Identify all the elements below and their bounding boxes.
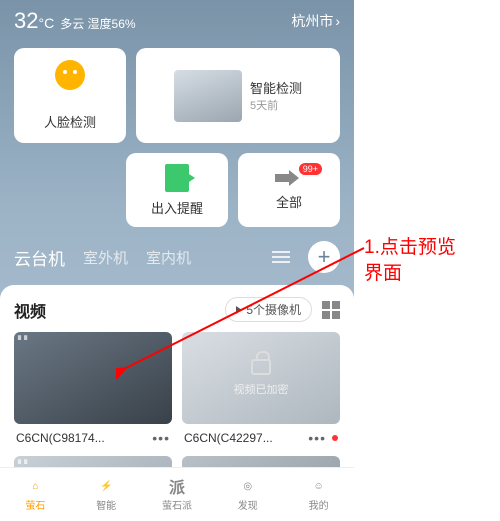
- nav-label: 萤石派: [162, 497, 192, 512]
- weather-block[interactable]: 32°C 多云 湿度56%: [14, 8, 136, 34]
- camera-preview[interactable]: ▘▘: [14, 332, 172, 424]
- feature-row-1: 人脸检测 智能检测 5天前: [0, 38, 354, 143]
- nav-mine[interactable]: ☺ 我的: [283, 468, 354, 521]
- profile-icon: ☺: [309, 477, 329, 495]
- video-title: 视频: [14, 298, 46, 322]
- app-screen: 32°C 多云 湿度56% 杭州市 › 人脸检测 智能检测 5天前 出入提醒 9…: [0, 0, 354, 521]
- detect-title: 智能检测: [250, 78, 302, 97]
- temperature: 32°C: [14, 8, 54, 34]
- tab-ptz[interactable]: 云台机: [14, 245, 65, 270]
- nav-label: 智能: [96, 497, 116, 512]
- annotation-line1: 1.点击预览: [364, 235, 456, 261]
- city-name: 杭州市: [291, 11, 333, 31]
- lock-icon: [251, 359, 271, 375]
- city-selector[interactable]: 杭州市 ›: [291, 11, 340, 31]
- grid-view-icon[interactable]: [322, 301, 340, 319]
- smart-detection-card[interactable]: 智能检测 5天前: [136, 48, 340, 143]
- more-icon[interactable]: •••: [308, 430, 326, 446]
- tab-outdoor[interactable]: 室外机: [83, 247, 128, 268]
- nav-home[interactable]: ⌂ 萤石: [0, 468, 71, 521]
- door-icon: [165, 164, 189, 192]
- home-icon: ⌂: [25, 477, 45, 495]
- add-button[interactable]: +: [308, 241, 340, 273]
- face-icon: [55, 60, 85, 90]
- camera-count-pill[interactable]: 5个摄像机: [225, 297, 312, 322]
- video-header: 视频 5个摄像机: [14, 297, 340, 322]
- entry-alert-card[interactable]: 出入提醒: [126, 153, 228, 227]
- nav-label: 我的: [309, 497, 329, 512]
- camera-preview-locked[interactable]: 视频已加密: [182, 332, 340, 424]
- all-label: 全部: [276, 192, 302, 211]
- feature-row-2: 出入提醒 99+ 全部: [0, 143, 354, 227]
- more-icon[interactable]: •••: [152, 430, 170, 446]
- play-icon: [236, 306, 242, 314]
- camera-count: 5个摄像机: [246, 301, 301, 318]
- camera-item[interactable]: ▘▘ C6CN(C98174... •••: [14, 332, 172, 446]
- nav-label: 发现: [238, 497, 258, 512]
- nav-discover[interactable]: ◎ 发现: [212, 468, 283, 521]
- chevron-right-icon: ›: [335, 13, 340, 29]
- detect-time: 5天前: [250, 97, 302, 113]
- pai-icon: 派: [167, 477, 187, 495]
- nav-smart[interactable]: ⚡ 智能: [71, 468, 142, 521]
- discover-icon: ◎: [238, 477, 258, 495]
- detection-thumbnail: [174, 70, 242, 122]
- nav-label: 萤石: [25, 497, 45, 512]
- ptz-tab-bar: 云台机 室外机 室内机 +: [0, 227, 354, 281]
- tab-indoor[interactable]: 室内机: [146, 247, 191, 268]
- smart-icon: ⚡: [96, 477, 116, 495]
- camera-item[interactable]: 视频已加密 C6CN(C42297... •••: [182, 332, 340, 446]
- weather-desc: 多云 湿度56%: [60, 15, 135, 32]
- annotation-line2: 界面: [364, 261, 456, 287]
- entry-label: 出入提醒: [151, 198, 203, 217]
- camera-name: C6CN(C98174...: [16, 431, 105, 445]
- camera-name: C6CN(C42297...: [184, 431, 273, 445]
- annotation-text: 1.点击预览 界面: [364, 235, 456, 286]
- nav-pai[interactable]: 派 萤石派: [142, 468, 213, 521]
- menu-icon[interactable]: [272, 251, 290, 263]
- arrow-icon: [275, 170, 303, 186]
- face-label: 人脸检测: [44, 112, 96, 131]
- status-bar: 32°C 多云 湿度56% 杭州市 ›: [0, 0, 354, 38]
- brand-logo-icon: ▘▘: [18, 336, 30, 345]
- all-card[interactable]: 99+ 全部: [238, 153, 340, 227]
- face-detection-card[interactable]: 人脸检测: [14, 48, 126, 143]
- bottom-nav: ⌂ 萤石 ⚡ 智能 派 萤石派 ◎ 发现 ☺ 我的: [0, 467, 354, 521]
- encrypted-label: 视频已加密: [234, 381, 289, 397]
- alert-dot-icon: [332, 435, 338, 441]
